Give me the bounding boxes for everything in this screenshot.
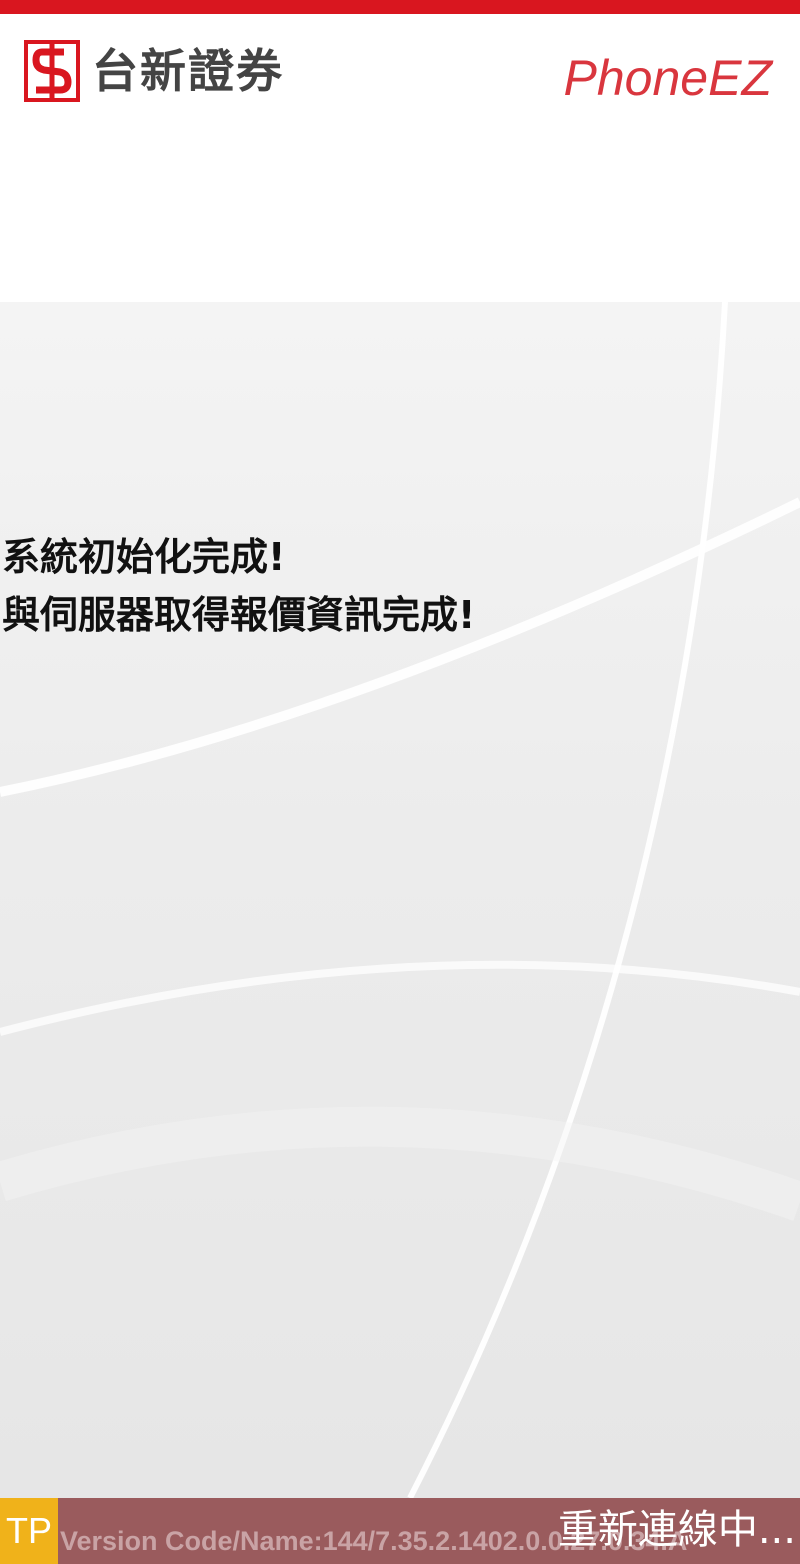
main-content: 系統初始化完成! 與伺服器取得報價資訊完成! bbox=[0, 302, 800, 1498]
app-header: 台新證券 PhoneEZ bbox=[0, 14, 800, 302]
top-accent-bar bbox=[0, 0, 800, 14]
taishin-logo-icon bbox=[24, 40, 80, 102]
background-curves bbox=[0, 302, 800, 1498]
reconnect-status: 重新連線中... bbox=[557, 1507, 796, 1553]
brand-name: 台新證券 bbox=[92, 44, 284, 98]
app-name-label: PhoneEZ bbox=[563, 50, 772, 106]
quote-info-message: 與伺服器取得報價資訊完成! bbox=[2, 593, 476, 637]
status-messages: 系統初始化完成! 與伺服器取得報價資訊完成! bbox=[2, 528, 782, 644]
brand-logo: 台新證券 bbox=[24, 38, 284, 104]
connection-status-bar: TP Version Code/Name:144/7.35.2.1402.0.0… bbox=[0, 1498, 800, 1564]
tp-badge: TP bbox=[0, 1498, 58, 1564]
init-complete-message: 系統初始化完成! bbox=[2, 535, 286, 579]
app-screen: 台新證券 PhoneEZ 系統初始化完成! 與伺服器取得報價資訊完成! TP V… bbox=[0, 0, 800, 1564]
